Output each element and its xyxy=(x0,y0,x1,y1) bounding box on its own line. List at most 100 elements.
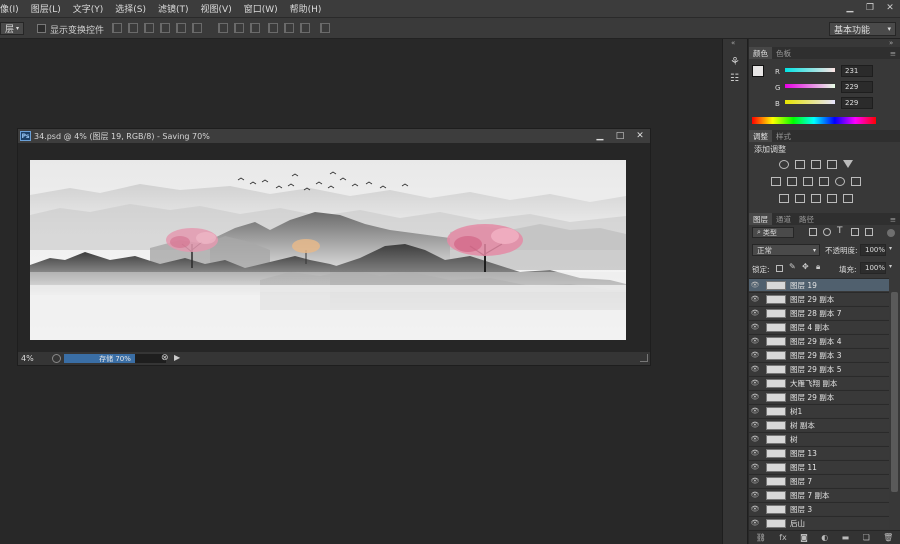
distribute-vcenter-icon[interactable] xyxy=(234,23,244,33)
black-white-icon[interactable] xyxy=(803,177,813,186)
properties-icon[interactable]: ☷ xyxy=(730,73,739,84)
visibility-eye-icon[interactable]: 👁︎ xyxy=(749,449,761,457)
blue-slider[interactable] xyxy=(785,100,835,104)
lock-paint-icon[interactable]: ✎ xyxy=(789,262,796,271)
filter-toggle[interactable] xyxy=(887,229,895,237)
artwork-canvas[interactable] xyxy=(30,160,626,340)
menu-select[interactable]: 选择(S) xyxy=(109,2,152,15)
blue-value-field[interactable]: 229 xyxy=(841,97,873,109)
filter-shape-icon[interactable] xyxy=(851,228,859,236)
restore-icon[interactable]: ❐ xyxy=(860,0,880,15)
green-slider[interactable] xyxy=(785,84,835,88)
collapse-arrows-icon[interactable]: « xyxy=(731,39,735,47)
auto-align-icon[interactable] xyxy=(320,23,330,33)
layer-row[interactable]: 👁︎ 图层 13 xyxy=(749,446,889,459)
tab-layers[interactable]: 图层 xyxy=(749,213,772,225)
minimize-icon[interactable]: ▁ xyxy=(590,129,610,142)
align-left-icon[interactable] xyxy=(160,23,170,33)
status-menu-arrow-icon[interactable]: ▶ xyxy=(174,353,180,362)
visibility-eye-icon[interactable]: 👁︎ xyxy=(749,295,761,303)
layer-row[interactable]: 👁︎ 图层 4 副本 xyxy=(749,320,889,333)
lock-move-icon[interactable]: ✥ xyxy=(802,262,809,271)
filter-adjustment-icon[interactable] xyxy=(823,228,831,236)
hue-saturation-icon[interactable] xyxy=(771,177,781,186)
layer-row[interactable]: 👁︎ 图层 29 副本 3 xyxy=(749,348,889,361)
chevron-down-icon[interactable]: ▾ xyxy=(889,245,892,252)
visibility-eye-icon[interactable]: 👁︎ xyxy=(749,407,761,415)
tab-styles[interactable]: 样式 xyxy=(772,130,795,142)
delete-layer-icon[interactable]: 🗑︎ xyxy=(883,533,893,542)
tab-adjustments[interactable]: 调整 xyxy=(749,130,772,142)
tab-paths[interactable]: 路径 xyxy=(795,213,818,225)
show-transform-checkbox[interactable] xyxy=(37,24,46,33)
visibility-eye-icon[interactable]: 👁︎ xyxy=(749,309,761,317)
document-title-bar[interactable]: Ps 34.psd @ 4% (图层 19, RGB/8) - Saving 7… xyxy=(18,129,650,143)
vibrance-icon[interactable] xyxy=(843,160,853,168)
layer-filter-dropdown[interactable]: ⌕ 类型 xyxy=(752,227,794,238)
filter-pixel-icon[interactable] xyxy=(809,228,817,236)
menu-image[interactable]: 像(I) xyxy=(0,2,25,15)
workspace-dropdown[interactable]: 基本功能 ▾ xyxy=(829,22,896,36)
exposure-icon[interactable] xyxy=(827,160,837,169)
color-spectrum-bar[interactable] xyxy=(752,117,876,124)
brightness-icon[interactable] xyxy=(779,160,789,169)
close-icon[interactable]: ✕ xyxy=(880,0,900,15)
menu-window[interactable]: 窗口(W) xyxy=(238,2,284,15)
curves-icon[interactable] xyxy=(811,160,821,169)
menu-view[interactable]: 视图(V) xyxy=(195,2,238,15)
panel-menu-icon[interactable]: ≡ xyxy=(886,213,900,225)
layer-list-scrollbar[interactable] xyxy=(891,292,898,492)
red-slider[interactable] xyxy=(785,68,835,72)
align-top-icon[interactable] xyxy=(112,23,122,33)
status-info-icon[interactable] xyxy=(52,354,61,363)
menu-type[interactable]: 文字(Y) xyxy=(67,2,110,15)
lock-all-icon[interactable]: 🔒︎ xyxy=(816,262,820,272)
new-group-icon[interactable]: ▬ xyxy=(842,533,850,542)
panel-menu-icon[interactable]: ≡ xyxy=(886,47,900,59)
selective-color-icon[interactable] xyxy=(843,194,853,203)
distribute-top-icon[interactable] xyxy=(218,23,228,33)
cancel-save-icon[interactable]: ⊗ xyxy=(161,353,169,363)
layer-row[interactable]: 👁︎ 图层 29 副本 xyxy=(749,390,889,403)
visibility-eye-icon[interactable]: 👁︎ xyxy=(749,351,761,359)
layer-row[interactable]: 👁︎ 图层 19 xyxy=(749,278,889,291)
visibility-eye-icon[interactable]: 👁︎ xyxy=(749,365,761,373)
filter-smart-object-icon[interactable] xyxy=(865,228,873,236)
layer-row[interactable]: 👁︎ 图层 7 副本 xyxy=(749,488,889,501)
new-adjustment-icon[interactable]: ◐ xyxy=(821,533,828,542)
visibility-eye-icon[interactable]: 👁︎ xyxy=(749,393,761,401)
maximize-icon[interactable]: □ xyxy=(610,129,630,142)
opacity-field[interactable]: 100% xyxy=(860,244,886,256)
align-right-icon[interactable] xyxy=(192,23,202,33)
align-vcenter-icon[interactable] xyxy=(128,23,138,33)
history-icon[interactable]: ⚘ xyxy=(730,55,740,68)
visibility-eye-icon[interactable]: 👁︎ xyxy=(749,323,761,331)
layer-row[interactable]: 👁︎ 树 xyxy=(749,432,889,445)
visibility-eye-icon[interactable]: 👁︎ xyxy=(749,519,761,527)
layer-row[interactable]: 👁︎ 图层 28 副本 7 xyxy=(749,306,889,319)
layer-style-icon[interactable]: fx xyxy=(779,533,787,542)
visibility-eye-icon[interactable]: 👁︎ xyxy=(749,505,761,513)
tab-channels[interactable]: 通道 xyxy=(772,213,795,225)
menu-filter[interactable]: 滤镜(T) xyxy=(152,2,195,15)
visibility-eye-icon[interactable]: 👁︎ xyxy=(749,435,761,443)
fill-field[interactable]: 100% xyxy=(860,262,886,274)
layer-row[interactable]: 👁︎ 图层 29 副本 5 xyxy=(749,362,889,375)
visibility-eye-icon[interactable]: 👁︎ xyxy=(749,463,761,471)
minimize-icon[interactable]: ▁ xyxy=(840,0,860,15)
layer-row[interactable]: 👁︎ 后山 xyxy=(749,516,889,529)
align-bottom-icon[interactable] xyxy=(144,23,154,33)
layer-row[interactable]: 👁︎ 图层 29 副本 4 xyxy=(749,334,889,347)
threshold-icon[interactable] xyxy=(811,194,821,203)
color-lookup-icon[interactable] xyxy=(851,177,861,186)
color-balance-icon[interactable] xyxy=(787,177,797,186)
auto-select-dropdown[interactable]: 层 ▾ xyxy=(0,22,24,35)
photo-filter-icon[interactable] xyxy=(819,177,829,186)
visibility-eye-icon[interactable]: 👁︎ xyxy=(749,379,761,387)
expand-arrows-icon[interactable]: » xyxy=(889,39,893,47)
new-layer-icon[interactable]: ❏ xyxy=(863,533,870,542)
add-mask-icon[interactable]: ◙ xyxy=(800,533,808,542)
visibility-eye-icon[interactable]: 👁︎ xyxy=(749,477,761,485)
visibility-eye-icon[interactable]: 👁︎ xyxy=(749,337,761,345)
channel-mixer-icon[interactable] xyxy=(835,177,845,186)
